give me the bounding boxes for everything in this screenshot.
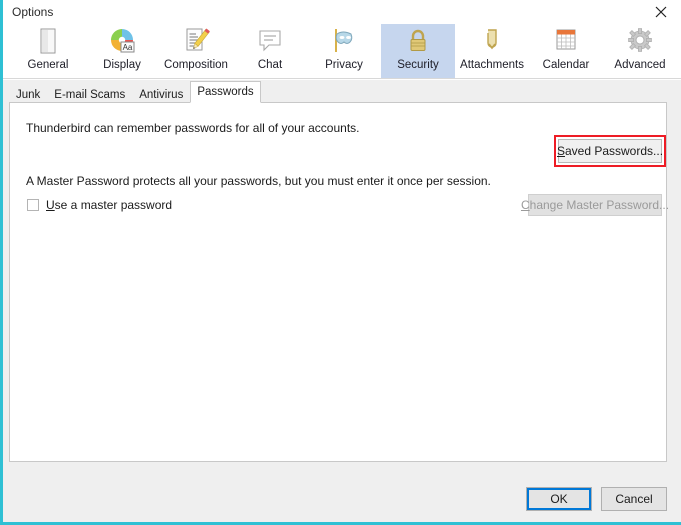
advanced-gear-icon [626,26,654,56]
calendar-icon [552,26,580,56]
options-dialog: Options General Aa Display Composition C… [0,0,681,525]
attachments-clip-icon [478,26,506,56]
change-master-password-button[interactable]: Change Master Password... [521,194,669,216]
category-label: Attachments [460,59,524,71]
category-label: Chat [257,59,283,71]
category-label: General [27,59,69,71]
category-toolbar: General Aa Display Composition Chat Priv… [3,24,681,79]
category-security[interactable]: Security [381,24,455,78]
saved-passwords-label: aved Passwords... [564,144,664,158]
dialog-body: Junk E-mail Scams Antivirus Passwords Th… [3,80,681,522]
general-window-icon [35,26,61,56]
close-icon [655,6,667,18]
category-display[interactable]: Aa Display [85,24,159,78]
category-composition[interactable]: Composition [159,24,233,78]
master-password-text: A Master Password protects all your pass… [26,174,491,188]
category-label: Security [397,59,439,71]
category-label: Privacy [325,59,363,71]
change-master-password-accel: C [520,198,530,212]
category-attachments[interactable]: Attachments [455,24,529,78]
category-advanced[interactable]: Advanced [603,24,677,78]
saved-passwords-button[interactable]: Saved Passwords... [556,139,664,163]
category-label: Display [103,59,141,71]
window-title: Options [12,5,54,19]
category-calendar[interactable]: Calendar [529,24,603,78]
title-bar: Options [3,0,681,24]
close-button[interactable] [641,0,681,24]
use-master-password-text: se a master password [54,198,173,212]
cancel-button[interactable]: Cancel [601,487,667,511]
tab-passwords[interactable]: Passwords [190,81,261,103]
security-lock-icon [404,26,432,56]
category-privacy[interactable]: Privacy [307,24,381,78]
category-label: Composition [164,59,228,71]
category-general[interactable]: General [11,24,85,78]
category-label: Calendar [542,59,590,71]
use-master-password-accel: U [46,198,55,212]
tab-strip: Junk E-mail Scams Antivirus Passwords [9,81,261,103]
category-chat[interactable]: Chat [233,24,307,78]
saved-passwords-accel: S [556,144,565,158]
category-label: Advanced [614,59,666,71]
chat-bubble-icon [256,26,284,56]
remember-passwords-text: Thunderbird can remember passwords for a… [26,121,360,135]
privacy-mask-icon [329,26,359,56]
change-master-password-label: hange Master Password... [529,198,670,212]
ok-button[interactable]: OK [526,487,592,511]
passwords-panel: Thunderbird can remember passwords for a… [9,102,669,462]
use-master-password-checkbox[interactable] [27,199,39,211]
composition-pencil-icon [182,26,210,56]
use-master-password-label: Use a master password [46,198,172,212]
display-palette-icon: Aa [108,26,136,56]
use-master-password-row[interactable]: Use a master password [27,198,172,212]
svg-text:Aa: Aa [123,43,133,52]
